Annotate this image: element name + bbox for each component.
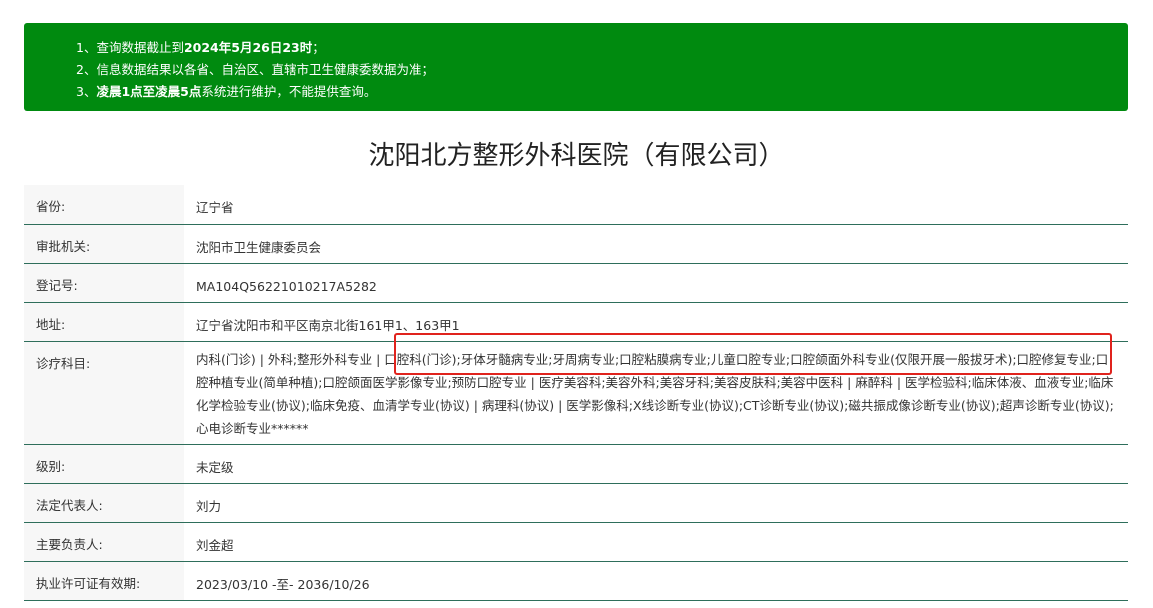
row-value-province: 辽宁省: [184, 185, 1128, 225]
table-row: 诊疗科目: 内科(门诊) | 外科;整形外科专业 | 口腔科(门诊);牙体牙髓病…: [24, 341, 1128, 445]
row-value-medical-subjects: 内科(门诊) | 外科;整形外科专业 | 口腔科(门诊);牙体牙髓病专业;牙周病…: [184, 341, 1128, 445]
row-value-approval-authority: 沈阳市卫生健康委员会: [184, 224, 1128, 264]
row-value-license-validity: 2023/03/10 -至- 2036/10/26: [184, 561, 1128, 601]
row-label-address: 地址:: [24, 302, 184, 342]
notice-line-2: 2、信息数据结果以各省、自治区、直辖市卫生健康委数据为准；: [76, 62, 434, 77]
hospital-info-table: 省份: 辽宁省 审批机关: 沈阳市卫生健康委员会 登记号: MA104Q5622…: [24, 185, 1128, 601]
notice-banner: 1、查询数据截止到2024年5月26日23时； 2、信息数据结果以各省、自治区、…: [24, 23, 1128, 111]
table-row: 省份: 辽宁省: [24, 185, 1128, 225]
table-row: 执业许可证有效期: 2023/03/10 -至- 2036/10/26: [24, 561, 1128, 601]
table-row: 主要负责人: 刘金超: [24, 522, 1128, 562]
row-label-main-person-in-charge: 主要负责人:: [24, 522, 184, 562]
row-label-province: 省份:: [24, 185, 184, 225]
row-value-address: 辽宁省沈阳市和平区南京北街161甲1、163甲1: [184, 302, 1128, 342]
row-value-legal-representative: 刘力: [184, 483, 1128, 523]
row-label-registration-number: 登记号:: [24, 263, 184, 303]
row-value-registration-number: MA104Q56221010217A5282: [184, 263, 1128, 303]
table-row: 法定代表人: 刘力: [24, 483, 1128, 523]
table-row: 审批机关: 沈阳市卫生健康委员会: [24, 224, 1128, 264]
notice-line-1: 1、查询数据截止到2024年5月26日23时；: [76, 40, 325, 55]
table-row: 登记号: MA104Q56221010217A5282: [24, 263, 1128, 303]
row-value-main-person-in-charge: 刘金超: [184, 522, 1128, 562]
row-label-legal-representative: 法定代表人:: [24, 483, 184, 523]
row-label-level: 级别:: [24, 444, 184, 484]
table-row: 地址: 辽宁省沈阳市和平区南京北街161甲1、163甲1: [24, 302, 1128, 342]
row-label-license-validity: 执业许可证有效期:: [24, 561, 184, 601]
notice-line-3: 3、凌晨1点至凌晨5点系统进行维护，不能提供查询。: [76, 84, 377, 99]
row-value-level: 未定级: [184, 444, 1128, 484]
row-label-medical-subjects: 诊疗科目:: [24, 341, 184, 445]
page-title: 沈阳北方整形外科医院（有限公司）: [368, 141, 785, 171]
table-row: 级别: 未定级: [24, 444, 1128, 484]
row-label-approval-authority: 审批机关:: [24, 224, 184, 264]
